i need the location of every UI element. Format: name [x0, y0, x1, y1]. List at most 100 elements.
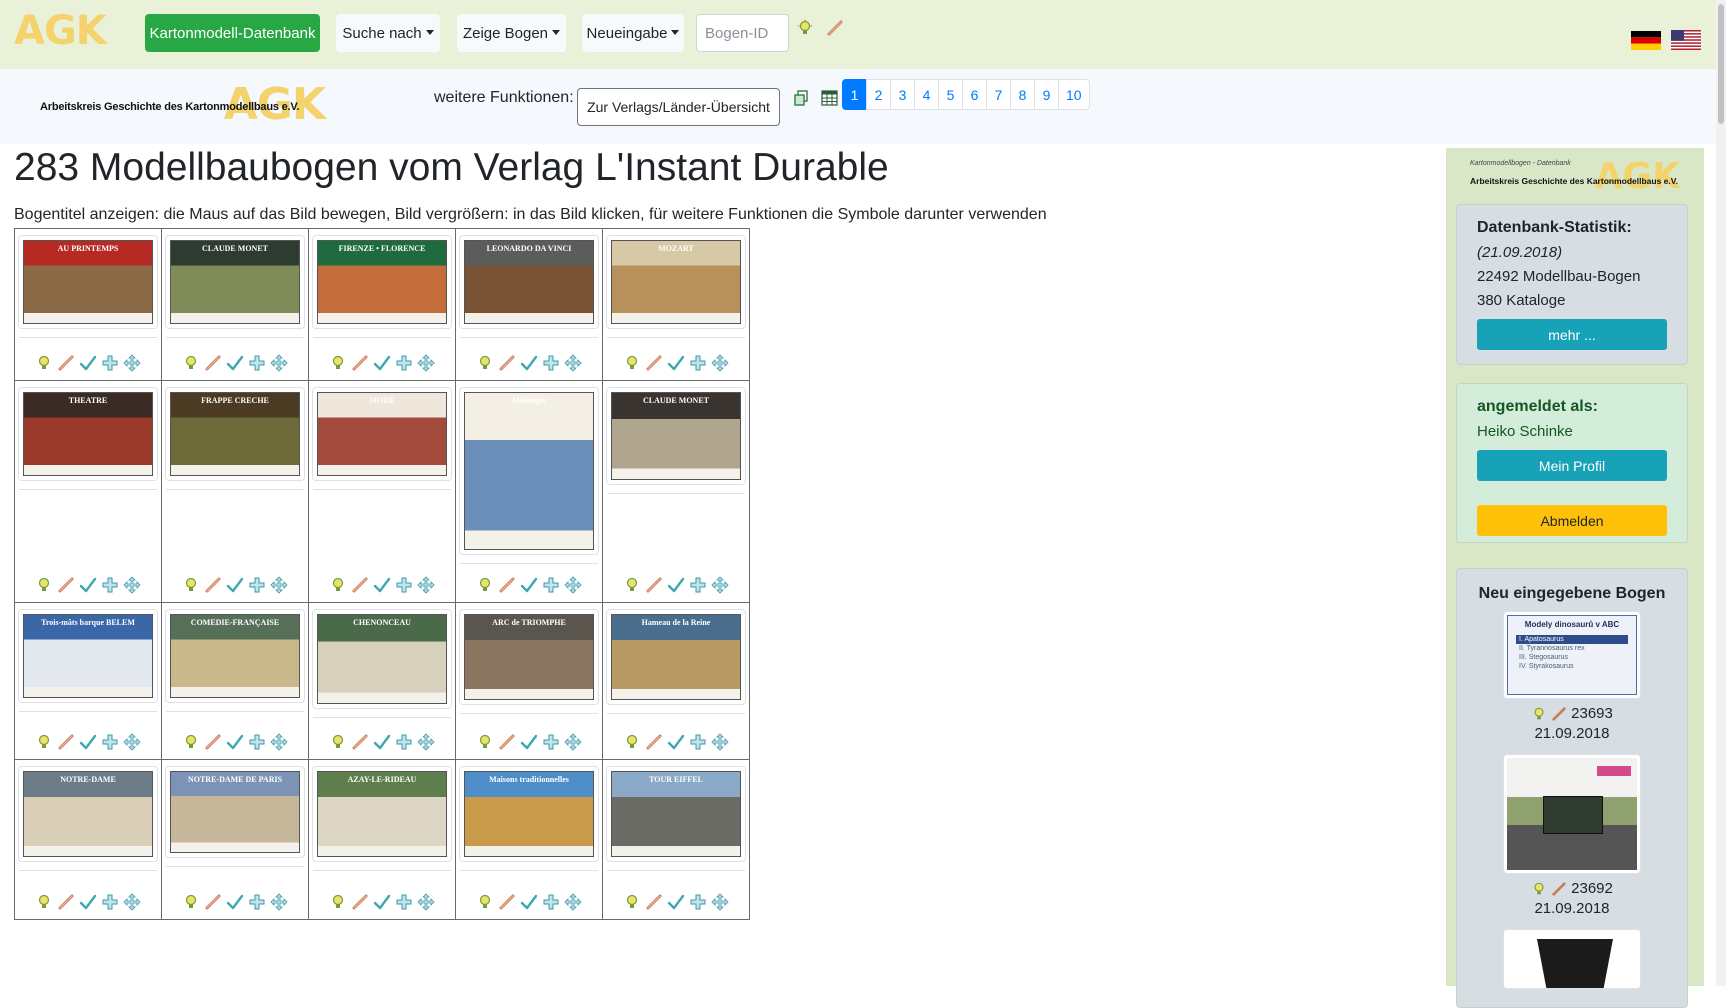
checkmark-icon[interactable] [373, 733, 391, 751]
checkmark-icon[interactable] [79, 733, 97, 751]
page-link-6[interactable]: 6 [962, 79, 987, 110]
checkmark-icon[interactable] [79, 576, 97, 594]
lightbulb-icon[interactable] [329, 733, 347, 751]
pencil-icon[interactable] [204, 733, 222, 751]
pencil-icon[interactable] [57, 576, 75, 594]
lightbulb-icon[interactable] [329, 576, 347, 594]
lightbulb-icon[interactable] [35, 354, 53, 372]
sheet-thumbnail[interactable]: NOTRE-DAME [18, 766, 158, 862]
lightbulb-icon[interactable] [329, 893, 347, 911]
sheet-thumbnail[interactable]: CHENONCEAU [312, 609, 452, 709]
sheet-thumbnail[interactable]: NOTRE-DAME DE PARIS [165, 766, 305, 858]
page-link-8[interactable]: 8 [1010, 79, 1035, 110]
publisher-country-overview-button[interactable]: Zur Verlags/Länder-Übersicht [577, 88, 780, 126]
pencil-icon[interactable] [645, 893, 663, 911]
checkmark-icon[interactable] [226, 354, 244, 372]
checkmark-icon[interactable] [226, 576, 244, 594]
lightbulb-icon[interactable] [1531, 706, 1547, 722]
pencil-icon[interactable] [826, 19, 844, 37]
pencil-icon[interactable] [1551, 706, 1567, 722]
lightbulb-icon[interactable] [35, 733, 53, 751]
checkmark-icon[interactable] [226, 893, 244, 911]
bogen-id-input[interactable] [696, 14, 789, 52]
pencil-icon[interactable] [57, 354, 75, 372]
move-icon[interactable] [417, 354, 435, 372]
sheet-thumbnail[interactable]: AZAY-LE-RIDEAU [312, 766, 452, 862]
lightbulb-icon[interactable] [182, 576, 200, 594]
page-link-1[interactable]: 1 [842, 79, 867, 110]
page-link-7[interactable]: 7 [986, 79, 1011, 110]
pencil-icon[interactable] [351, 576, 369, 594]
scrollbar-thumb[interactable] [1718, 4, 1724, 124]
move-icon[interactable] [417, 576, 435, 594]
pencil-icon[interactable] [645, 733, 663, 751]
checkmark-icon[interactable] [667, 893, 685, 911]
pencil-icon[interactable] [204, 576, 222, 594]
plus-icon[interactable] [542, 576, 560, 594]
pencil-icon[interactable] [57, 733, 75, 751]
pencil-icon[interactable] [204, 893, 222, 911]
agk-logo[interactable]: AGK [14, 8, 107, 54]
sheet-thumbnail[interactable]: COMEDIE-FRANÇAISE [165, 609, 305, 703]
agk-full-logo[interactable]: AGK Arbeitskreis Geschichte des Kartonmo… [40, 79, 326, 130]
move-icon[interactable] [564, 893, 582, 911]
page-link-10[interactable]: 10 [1058, 79, 1090, 110]
checkmark-icon[interactable] [373, 354, 391, 372]
move-icon[interactable] [564, 576, 582, 594]
plus-icon[interactable] [542, 354, 560, 372]
pencil-icon[interactable] [498, 893, 516, 911]
new-entry-thumbnail[interactable] [1503, 754, 1641, 874]
plus-icon[interactable] [101, 893, 119, 911]
sheet-thumbnail[interactable]: FRAPPE CRECHE [165, 387, 305, 481]
database-home-button[interactable]: Kartonmodell-Datenbank [145, 14, 320, 52]
pencil-icon[interactable] [498, 354, 516, 372]
checkmark-icon[interactable] [520, 576, 538, 594]
sheet-thumbnail[interactable]: THEATRE [18, 387, 158, 481]
plus-icon[interactable] [395, 893, 413, 911]
move-icon[interactable] [417, 893, 435, 911]
checkmark-icon[interactable] [667, 354, 685, 372]
lightbulb-icon[interactable] [623, 576, 641, 594]
move-icon[interactable] [711, 354, 729, 372]
move-icon[interactable] [270, 354, 288, 372]
pencil-icon[interactable] [57, 893, 75, 911]
lightbulb-icon[interactable] [623, 893, 641, 911]
copy-icon[interactable] [793, 90, 809, 106]
plus-icon[interactable] [395, 733, 413, 751]
plus-icon[interactable] [395, 576, 413, 594]
sheet-thumbnail[interactable]: Mésanges [459, 387, 599, 555]
pencil-icon[interactable] [351, 893, 369, 911]
checkmark-icon[interactable] [79, 893, 97, 911]
pencil-icon[interactable] [351, 733, 369, 751]
sheet-thumbnail[interactable]: CLAUDE MONET [165, 235, 305, 329]
move-icon[interactable] [564, 733, 582, 751]
lightbulb-icon[interactable] [1531, 881, 1547, 897]
pencil-icon[interactable] [645, 576, 663, 594]
sheet-thumbnail[interactable]: Trois-mâts barque BELEM [18, 609, 158, 703]
plus-icon[interactable] [689, 354, 707, 372]
pencil-icon[interactable] [645, 354, 663, 372]
lightbulb-icon[interactable] [35, 893, 53, 911]
lightbulb-icon[interactable] [182, 354, 200, 372]
plus-icon[interactable] [248, 733, 266, 751]
sheet-thumbnail[interactable]: AU PRINTEMPS [18, 235, 158, 329]
page-scrollbar[interactable] [1716, 0, 1726, 986]
checkmark-icon[interactable] [373, 576, 391, 594]
search-menu-dropdown[interactable]: Suche nach [336, 14, 440, 52]
checkmark-icon[interactable] [667, 576, 685, 594]
lightbulb-icon[interactable] [623, 354, 641, 372]
new-entry-thumbnail[interactable]: Modely dinosaurů v ABC I. Apatosaurus II… [1503, 611, 1641, 699]
lightbulb-icon[interactable] [476, 733, 494, 751]
page-link-5[interactable]: 5 [938, 79, 963, 110]
page-link-3[interactable]: 3 [890, 79, 915, 110]
pencil-icon[interactable] [498, 733, 516, 751]
move-icon[interactable] [270, 893, 288, 911]
sheet-thumbnail[interactable]: MOZART [606, 235, 746, 329]
lightbulb-icon[interactable] [476, 893, 494, 911]
plus-icon[interactable] [689, 893, 707, 911]
checkmark-icon[interactable] [520, 354, 538, 372]
checkmark-icon[interactable] [520, 893, 538, 911]
checkmark-icon[interactable] [373, 893, 391, 911]
sheet-thumbnail[interactable]: Maisons traditionnelles [459, 766, 599, 862]
sidebar-logo[interactable]: Kartonmodellbogen - Datenbank AGK Arbeit… [1470, 156, 1680, 197]
